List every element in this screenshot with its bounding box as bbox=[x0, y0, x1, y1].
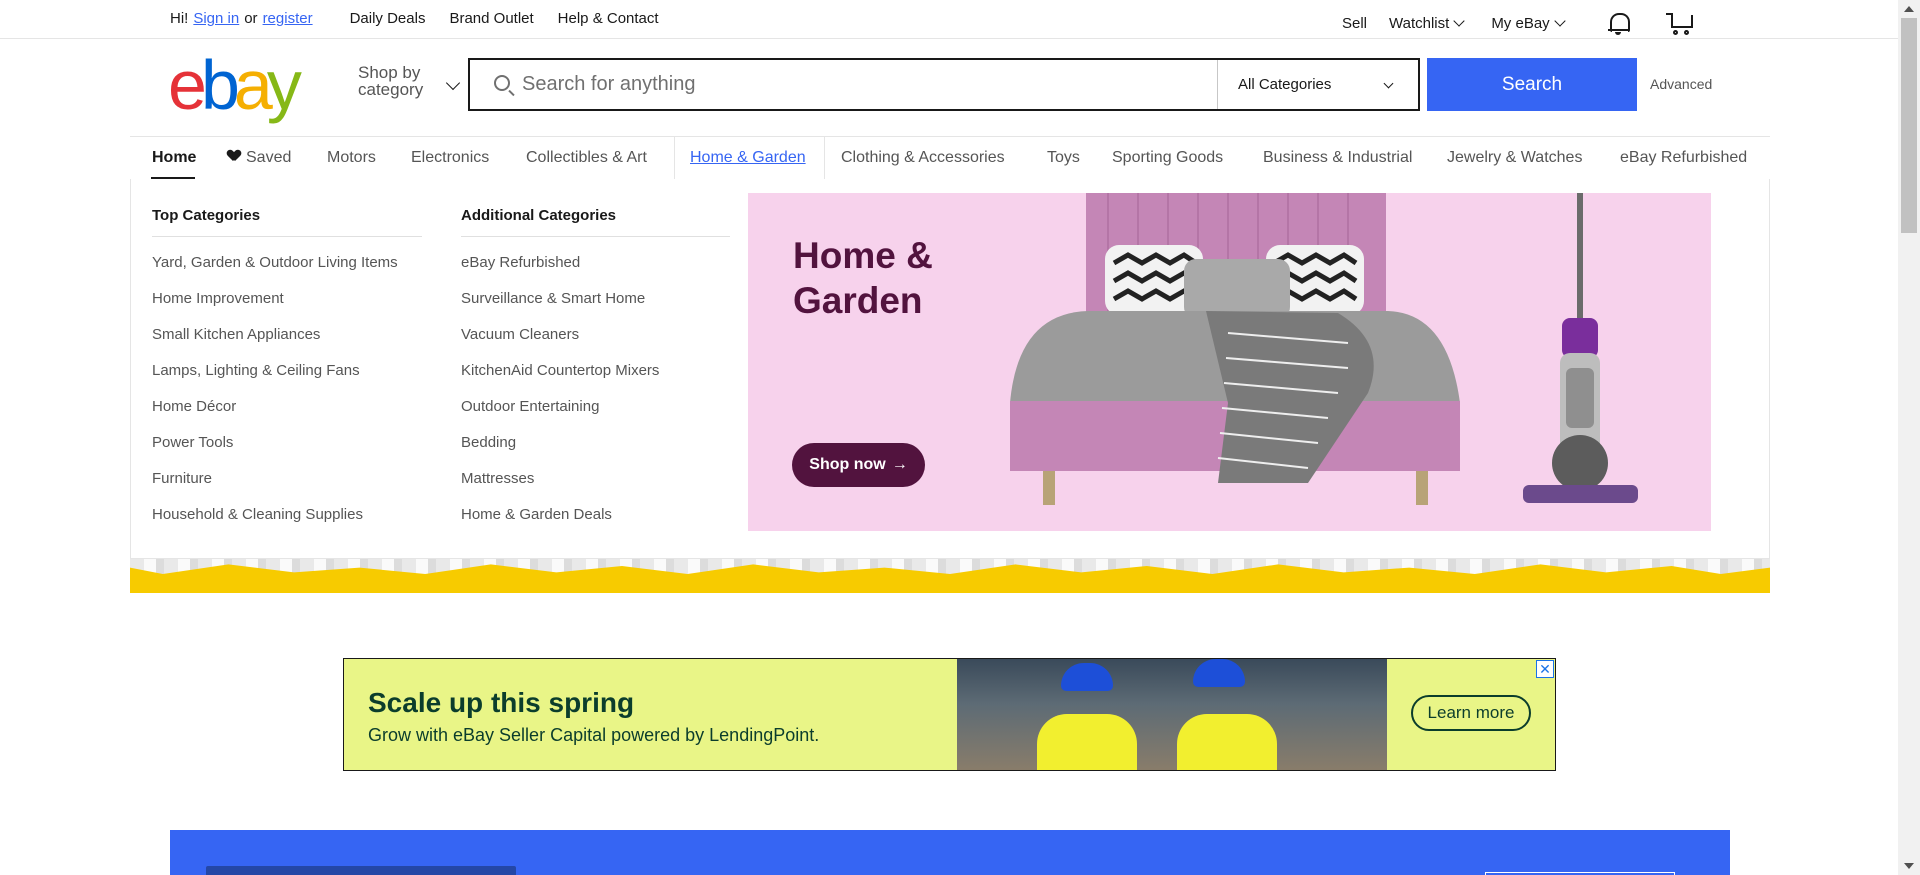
additional-categories-heading: Additional Categories bbox=[461, 207, 730, 237]
list-item[interactable]: eBay Refurbished bbox=[461, 245, 730, 281]
list-item[interactable]: Lamps, Lighting & Ceiling Fans bbox=[152, 353, 422, 389]
list-item[interactable]: Home Décor bbox=[152, 389, 422, 425]
register-link[interactable]: register bbox=[263, 10, 313, 27]
lendingpoint-ad[interactable]: Scale up this spring Grow with eBay Sell… bbox=[343, 658, 1556, 771]
hero-banner-strip bbox=[130, 558, 1770, 593]
list-item[interactable]: Vacuum Cleaners bbox=[461, 317, 730, 353]
shop-by-category-button[interactable]: Shop by category bbox=[358, 63, 461, 99]
top-utility-bar: Hi! Sign in or register Daily Deals Bran… bbox=[0, 0, 1898, 39]
list-item[interactable]: KitchenAid Countertop Mixers bbox=[461, 353, 730, 389]
ad-photo bbox=[957, 659, 1387, 770]
category-select[interactable]: All Categories bbox=[1217, 60, 1418, 109]
arrow-right-icon: → bbox=[891, 456, 908, 473]
scroll-up-icon[interactable] bbox=[1904, 6, 1914, 12]
list-item[interactable]: Home Improvement bbox=[152, 281, 422, 317]
nav-clothing-accessories[interactable]: Clothing & Accessories bbox=[841, 149, 1005, 167]
greeting: Hi! bbox=[170, 10, 189, 27]
home-garden-dropdown: Top Categories Yard, Garden & Outdoor Li… bbox=[130, 179, 1770, 559]
nav-toys[interactable]: Toys bbox=[1047, 149, 1080, 167]
home-garden-banner[interactable]: Home & Garden Shop now → bbox=[748, 193, 1711, 531]
ebay-logo[interactable]: ebay bbox=[168, 50, 318, 120]
category-select-value: All Categories bbox=[1238, 76, 1332, 93]
sign-in-link[interactable]: Sign in bbox=[193, 10, 239, 27]
account-links: Hi! Sign in or register Daily Deals Bran… bbox=[170, 10, 659, 27]
shop-now-button[interactable]: Shop now → bbox=[792, 443, 925, 487]
category-nav: Home Saved Motors Electronics Collectibl… bbox=[130, 136, 1770, 181]
sell-link[interactable]: Sell bbox=[1342, 15, 1367, 32]
my-ebay-label: My eBay bbox=[1491, 14, 1550, 32]
ad-title: Scale up this spring bbox=[368, 687, 635, 718]
additional-categories-column: Additional Categories eBay Refurbished S… bbox=[461, 207, 730, 533]
nav-ebay-refurbished[interactable]: eBay Refurbished bbox=[1620, 149, 1747, 167]
chevron-down-icon bbox=[1453, 14, 1465, 27]
chevron-down-icon bbox=[1554, 14, 1566, 27]
daily-deals-link[interactable]: Daily Deals bbox=[350, 10, 426, 27]
shop-now-label: Shop now bbox=[809, 456, 886, 473]
nav-sporting-goods[interactable]: Sporting Goods bbox=[1112, 149, 1223, 167]
search-button[interactable]: Search bbox=[1427, 58, 1637, 111]
scroll-down-icon[interactable] bbox=[1904, 863, 1914, 869]
shop-by-line1: Shop by bbox=[358, 63, 421, 82]
brand-outlet-link[interactable]: Brand Outlet bbox=[449, 10, 533, 27]
my-ebay-menu[interactable]: My eBay bbox=[1491, 14, 1566, 32]
search-icon bbox=[494, 75, 510, 91]
nav-saved-label: Saved bbox=[246, 149, 292, 166]
search-bar: All Categories bbox=[468, 58, 1420, 111]
user-menu: Sell Watchlist My eBay bbox=[1342, 10, 1694, 36]
nav-saved[interactable]: Saved bbox=[228, 149, 291, 167]
ad-subtitle: Grow with eBay Seller Capital powered by… bbox=[368, 725, 820, 745]
advanced-search-link[interactable]: Advanced bbox=[1650, 76, 1712, 92]
nav-electronics[interactable]: Electronics bbox=[411, 149, 489, 167]
learn-more-button[interactable]: Learn more bbox=[1411, 695, 1531, 731]
list-item[interactable]: Yard, Garden & Outdoor Living Items bbox=[152, 245, 422, 281]
watchlist-menu[interactable]: Watchlist bbox=[1389, 14, 1465, 32]
list-item[interactable]: Power Tools bbox=[152, 425, 422, 461]
chevron-down-icon bbox=[445, 75, 461, 91]
nav-collectibles-art[interactable]: Collectibles & Art bbox=[526, 149, 647, 167]
top-categories-column: Top Categories Yard, Garden & Outdoor Li… bbox=[152, 207, 422, 533]
list-item[interactable]: Small Kitchen Appliances bbox=[152, 317, 422, 353]
bell-icon[interactable] bbox=[1607, 11, 1630, 35]
heart-icon bbox=[228, 150, 240, 162]
top-categories-heading: Top Categories bbox=[152, 207, 422, 237]
search-input[interactable] bbox=[470, 60, 1217, 109]
close-icon[interactable]: ✕ bbox=[1536, 660, 1554, 678]
list-item[interactable]: Surveillance & Smart Home bbox=[461, 281, 730, 317]
chevron-down-icon bbox=[1383, 78, 1394, 89]
nav-home[interactable]: Home bbox=[152, 149, 196, 167]
list-item[interactable]: Outdoor Entertaining bbox=[461, 389, 730, 425]
cart-icon[interactable] bbox=[1665, 10, 1694, 36]
list-item[interactable]: Mattresses bbox=[461, 461, 730, 497]
nav-home-garden[interactable]: Home & Garden bbox=[690, 149, 806, 167]
scrollbar-thumb[interactable] bbox=[1901, 18, 1917, 233]
promo-section bbox=[170, 830, 1730, 875]
list-item[interactable]: Household & Cleaning Supplies bbox=[152, 497, 422, 533]
list-item[interactable]: Home & Garden Deals bbox=[461, 497, 730, 533]
help-contact-link[interactable]: Help & Contact bbox=[558, 10, 659, 27]
page-scrollbar[interactable] bbox=[1898, 0, 1920, 875]
list-item[interactable]: Furniture bbox=[152, 461, 422, 497]
or-text: or bbox=[244, 10, 258, 27]
nav-jewelry-watches[interactable]: Jewelry & Watches bbox=[1447, 149, 1582, 167]
watchlist-label: Watchlist bbox=[1389, 14, 1450, 32]
nav-motors[interactable]: Motors bbox=[327, 149, 376, 167]
list-item[interactable]: Bedding bbox=[461, 425, 730, 461]
nav-business-industrial[interactable]: Business & Industrial bbox=[1263, 149, 1412, 167]
shop-by-line2: category bbox=[358, 80, 424, 99]
